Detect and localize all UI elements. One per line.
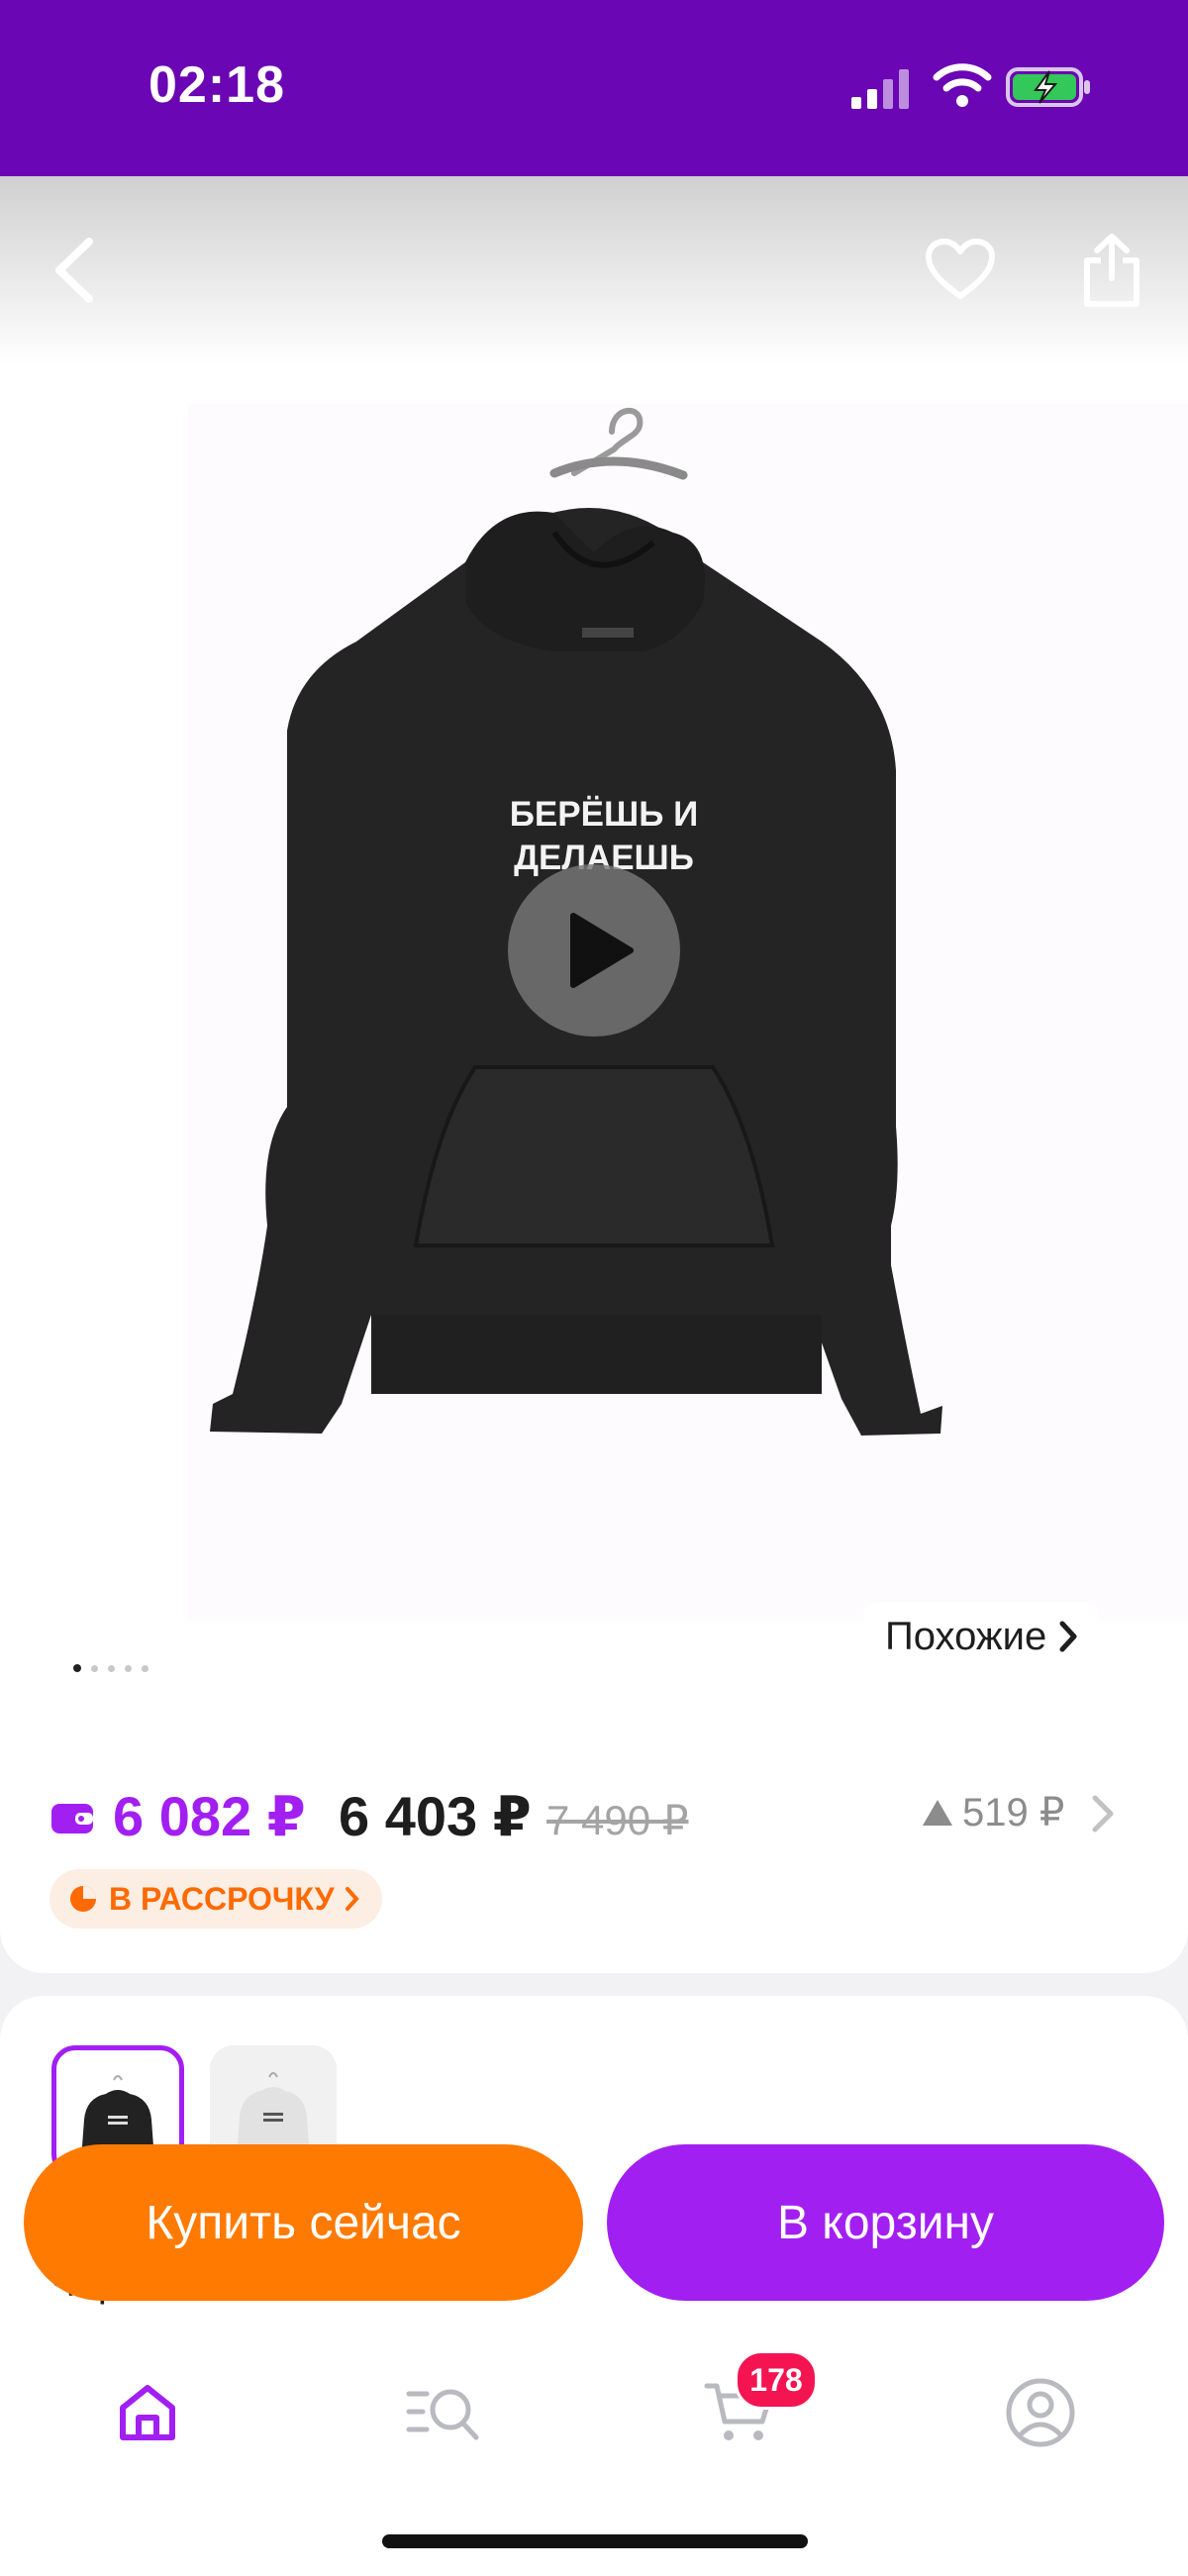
installment-label: В РАССРОЧКУ [109, 1880, 335, 1917]
gallery-pagination [73, 1664, 148, 1672]
price-change[interactable]: 519 ₽ [921, 1790, 1064, 1835]
pagination-dot [142, 1664, 148, 1672]
installment-button[interactable]: В РАССРОЧКУ [50, 1869, 382, 1929]
pagination-dot [108, 1664, 115, 1672]
back-button[interactable] [30, 226, 119, 315]
add-to-cart-button[interactable]: В корзину [607, 2144, 1164, 2301]
pagination-dot [73, 1664, 81, 1672]
tab-profile[interactable] [996, 2368, 1085, 2457]
wifi-icon [933, 63, 992, 107]
status-bar: 02:18 [0, 0, 1188, 176]
header-gradient [0, 176, 1188, 364]
similar-label: Похожие [885, 1614, 1047, 1658]
price-card: 6 082 ₽ 6 403 ₽ 7 490 ₽ 519 ₽ В РАССРОЧК… [0, 1721, 1188, 1973]
play-icon [570, 913, 634, 988]
share-icon [1084, 234, 1139, 307]
pagination-dot [91, 1664, 98, 1672]
battery-charging-icon [1006, 67, 1090, 107]
cart-count-badge: 178 [735, 2350, 818, 2410]
pie-chart-icon [70, 1886, 96, 1912]
chevron-right-icon [1059, 1621, 1077, 1652]
triangle-up-icon [923, 1800, 952, 1826]
favorite-button[interactable] [916, 226, 1005, 315]
profile-icon [1006, 2378, 1075, 2447]
similar-products-button[interactable]: Похожие [863, 1602, 1101, 1671]
heart-icon [926, 239, 995, 299]
share-button[interactable] [1067, 226, 1156, 315]
wallet-price: 6 082 ₽ [113, 1785, 306, 1847]
chevron-right-icon [345, 1887, 359, 1911]
cellular-signal-icon [851, 69, 909, 109]
product-gallery[interactable]: БЕРЁШЬ И ДЕЛАЕШЬ Похожие [0, 176, 1188, 1760]
buy-now-button[interactable]: Купить сейчас [24, 2144, 583, 2301]
chevron-right-icon[interactable] [1089, 1792, 1119, 1835]
home-indicator [382, 2534, 808, 2548]
chevron-left-icon [55, 238, 93, 303]
tab-catalog[interactable] [400, 2368, 489, 2457]
tab-home[interactable] [103, 2368, 192, 2457]
price-change-value: 519 ₽ [962, 1791, 1065, 1834]
catalog-search-icon [406, 2389, 479, 2440]
wallet-icon [51, 1804, 93, 1833]
pagination-dot [125, 1664, 132, 1672]
play-video-button[interactable] [508, 864, 680, 1037]
status-time: 02:18 [148, 56, 285, 114]
home-icon [120, 2385, 175, 2440]
current-price: 6 403 ₽ [339, 1785, 532, 1847]
old-price: 7 490 ₽ [546, 1797, 689, 1843]
